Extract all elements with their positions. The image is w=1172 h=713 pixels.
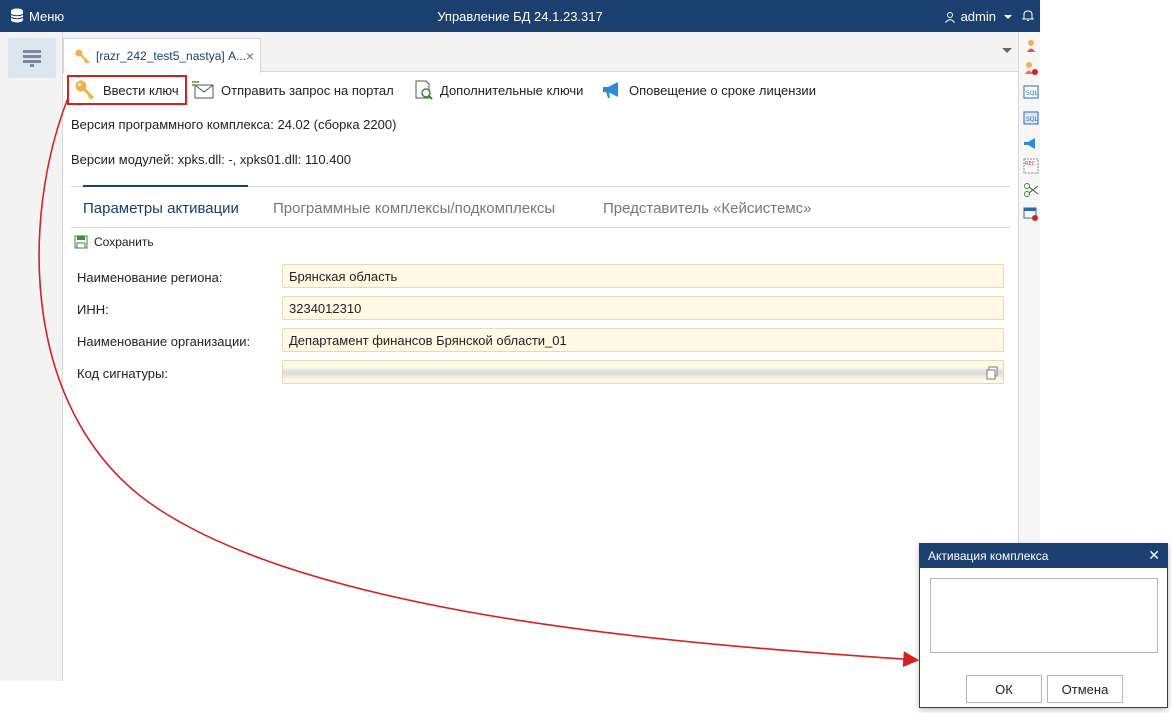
version-info: Версия программного комплекса: 24.02 (сб… — [71, 117, 397, 132]
extra-keys-label: Дополнительные ключи — [440, 82, 584, 98]
mail-send-icon — [192, 81, 214, 99]
dialog-title: Активация комплекса — [928, 549, 1049, 563]
send-request-button[interactable]: Отправить запрос на портал — [191, 75, 394, 105]
svg-text:REC: REC — [1025, 161, 1036, 167]
activation-dialog: Активация комплекса ✕ ОК Отмена — [919, 543, 1168, 708]
user-key-icon[interactable] — [1023, 38, 1039, 54]
tab-activation[interactable]: [razr_242_test5_nastya] А... × — [63, 38, 261, 73]
window-remove-icon[interactable] — [1023, 206, 1039, 222]
scissors-icon[interactable] — [1023, 182, 1039, 198]
send-request-label: Отправить запрос на портал — [221, 82, 394, 98]
cancel-button[interactable]: Отмена — [1047, 675, 1123, 703]
save-label: Сохранить — [94, 235, 154, 249]
region-label: Наименование региона: — [77, 270, 223, 285]
document-tabstrip: [razr_242_test5_nastya] А... × — [63, 32, 1018, 73]
left-sidebar — [0, 32, 63, 681]
modules-info: Версии модулей: xpks.dll: -, xpks01.dll:… — [71, 152, 351, 167]
extra-keys-button[interactable]: Дополнительные ключи — [412, 75, 583, 105]
megaphone-icon — [603, 82, 618, 98]
svg-text:SQL: SQL — [1026, 116, 1039, 123]
toolbar: Ввести ключ Отправить запрос на портал Д… — [63, 72, 1018, 110]
server-list-icon — [23, 50, 41, 67]
user-remove-icon[interactable] — [1023, 60, 1039, 76]
ok-button[interactable]: ОК — [966, 675, 1042, 703]
tab-dropdown-icon[interactable] — [1002, 48, 1012, 53]
organization-label: Наименование организации: — [77, 334, 251, 349]
bell-icon[interactable] — [1022, 9, 1034, 22]
enter-key-label: Ввести ключ — [103, 82, 179, 98]
top-bar: Меню Управление БД 24.1.23.317 admin — [0, 0, 1040, 32]
user-icon — [944, 11, 955, 23]
organization-field[interactable]: Департамент финансов Брянской области_01 — [282, 328, 1004, 352]
signature-field[interactable] — [282, 360, 1004, 384]
license-notice-label: Оповещение о сроке лицензии — [629, 82, 816, 98]
dialog-header: Активация комплекса ✕ — [920, 544, 1167, 568]
save-icon — [74, 235, 88, 249]
app-window: Меню Управление БД 24.1.23.317 admin [ra… — [0, 0, 1040, 681]
user-menu[interactable]: admin — [944, 9, 1012, 24]
inn-label: ИНН: — [77, 302, 109, 317]
signature-label: Код сигнатуры: — [77, 366, 168, 381]
save-button[interactable]: Сохранить — [74, 235, 154, 249]
region-field[interactable]: Брянская область — [282, 264, 1004, 288]
database-nav-button[interactable] — [8, 38, 56, 78]
user-name: admin — [960, 9, 996, 24]
svg-text:SQL: SQL — [1026, 90, 1039, 97]
copy-icon[interactable] — [985, 366, 999, 380]
tab-software-complexes[interactable]: Программные комплексы/подкомплексы — [273, 200, 555, 217]
key-icon — [75, 80, 95, 100]
tab-activation-params[interactable]: Параметры активации — [83, 200, 239, 217]
app-title: Управление БД 24.1.23.317 — [437, 9, 603, 24]
chevron-down-icon — [1004, 14, 1012, 19]
license-notice-button[interactable]: Оповещение о сроке лицензии — [601, 75, 816, 105]
subtabs: Параметры активации Программные комплекс… — [71, 185, 1010, 228]
document-search-icon — [415, 80, 433, 100]
active-tab-indicator — [83, 185, 248, 187]
close-icon[interactable]: × — [246, 48, 254, 64]
tab-label: [razr_242_test5_nastya] А... — [96, 49, 247, 63]
sql-icon[interactable]: SQL — [1023, 84, 1039, 100]
enter-key-button[interactable]: Ввести ключ — [67, 75, 187, 105]
tab-representative[interactable]: Представитель «Кейсистемс» — [603, 200, 811, 217]
activation-key-input[interactable] — [930, 578, 1158, 653]
megaphone-icon[interactable] — [1023, 136, 1039, 152]
record-icon[interactable]: REC — [1023, 158, 1039, 174]
close-icon[interactable]: ✕ — [1148, 547, 1160, 564]
key-icon — [75, 49, 90, 63]
sql-run-icon[interactable]: SQL — [1023, 110, 1039, 126]
inn-field[interactable]: 3234012310 — [282, 296, 1004, 320]
